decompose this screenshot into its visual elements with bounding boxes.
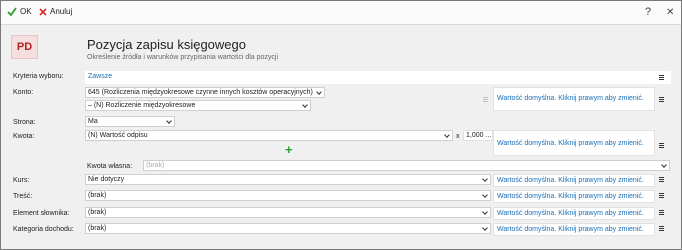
content-label: Treść: [13, 193, 33, 200]
criteria-menu-icon[interactable] [657, 72, 665, 83]
income-category-select[interactable]: (brak) [85, 223, 491, 234]
income-category-default-link[interactable]: Wartość domyślna. Kliknij prawym aby zmi… [497, 226, 644, 233]
multiplier-input[interactable]: 1,000 ... [463, 130, 493, 141]
content-default-link[interactable]: Wartość domyślna. Kliknij prawym aby zmi… [497, 193, 644, 200]
own-amount-placeholder: (brak) [146, 162, 165, 169]
dialog-window: OK Anuluj ? ✕ PD Pozycja zapisu księgowe… [0, 0, 682, 250]
account-label: Konto: [13, 89, 34, 96]
own-amount-label: Kwota własna: [87, 163, 133, 170]
header: PD Pozycja zapisu księgowego Określenie … [1, 26, 681, 71]
own-amount-select[interactable]: (brak) [143, 160, 670, 171]
multiplier-sign: x [456, 133, 460, 140]
criteria-row-panel [85, 71, 671, 84]
document-type-badge: PD [11, 35, 38, 59]
ok-label: OK [20, 7, 32, 16]
page-subtitle: Określenie źródła i warunków przypisania… [87, 54, 279, 61]
amount-default-link[interactable]: Wartość domyślna. Kliknij prawym aby zmi… [497, 140, 644, 147]
dictionary-label: Element słownika: [13, 210, 70, 217]
account-menu-icon[interactable] [657, 94, 665, 105]
close-x-icon [39, 7, 47, 16]
close-button[interactable]: ✕ [666, 7, 674, 18]
amount-select[interactable]: (N) Wartość odpisu [85, 130, 453, 141]
income-category-menu-icon[interactable] [657, 223, 665, 234]
toolbar: OK Anuluj ? ✕ [1, 1, 681, 25]
account-default-link[interactable]: Wartość domyślna. Kliknij prawym aby zmi… [497, 95, 644, 102]
page-title: Pozycja zapisu księgowego [87, 37, 246, 52]
rate-label: Kurs: [13, 177, 30, 184]
cancel-button[interactable]: Anuluj [39, 7, 72, 16]
checkmark-icon [7, 7, 17, 16]
help-button[interactable]: ? [645, 6, 651, 18]
content-menu-icon[interactable] [657, 190, 665, 201]
account-select[interactable]: 645 (Rozliczenia międzyokresowe czynne i… [85, 87, 325, 98]
account-sub-select[interactable]: – (N) Rozliczenie międzyokresowe [85, 100, 311, 111]
ok-button[interactable]: OK [7, 7, 32, 16]
content-select[interactable]: (brak) [85, 190, 491, 201]
side-label: Strona: [13, 119, 36, 126]
criteria-link[interactable]: Zawsze [88, 73, 112, 80]
dictionary-menu-icon[interactable] [657, 207, 665, 218]
account-disabled-menu-icon [481, 94, 489, 105]
dictionary-select[interactable]: (brak) [85, 207, 491, 218]
criteria-label: Kryteria wyboru: [13, 73, 64, 80]
side-select[interactable]: Ma [85, 116, 175, 127]
rate-menu-icon[interactable] [657, 174, 665, 185]
rate-select[interactable]: Nie dotyczy [85, 174, 491, 185]
cancel-label: Anuluj [50, 7, 73, 16]
rate-default-link[interactable]: Wartość domyślna. Kliknij prawym aby zmi… [497, 177, 644, 184]
add-amount-plus-icon[interactable]: + [285, 143, 293, 156]
amount-menu-icon[interactable] [657, 140, 665, 151]
income-category-label: Kategoria dochodu: [13, 226, 74, 233]
dictionary-default-link[interactable]: Wartość domyślna. Kliknij prawym aby zmi… [497, 210, 644, 217]
amount-label: Kwota: [13, 133, 35, 140]
